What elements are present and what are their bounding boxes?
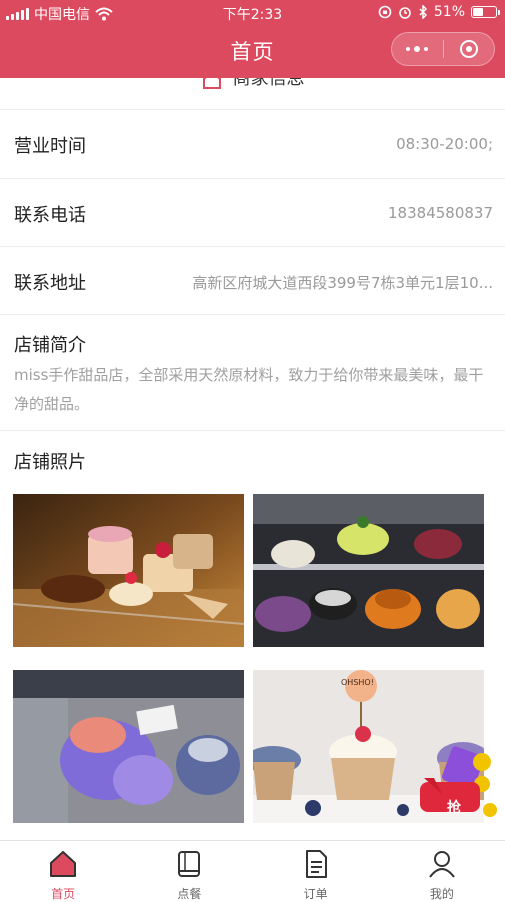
hours-value: 08:30-20:00; [396, 135, 493, 153]
book-icon [178, 851, 201, 877]
address-value[interactable]: 高新区府城大道西段399号7栋3单元1层10... [192, 272, 493, 293]
content-area[interactable]: 商家信息 营业时间 08:30-20:00; 联系电话 18384580837 … [0, 78, 505, 840]
alarm-icon [399, 7, 411, 19]
phone-label: 联系电话 [14, 205, 86, 226]
home-icon [50, 851, 77, 877]
cake-cabinet-photo[interactable] [253, 494, 484, 647]
status-right: 51% [378, 4, 500, 20]
section-header: 商家信息 [0, 78, 505, 110]
top-bar: 中国电信 下午2:33 51% 首页 [0, 0, 505, 78]
status-bar: 中国电信 下午2:33 51% [0, 0, 505, 26]
phone-value[interactable]: 18384580837 [388, 204, 493, 222]
grab-coupon-button[interactable]: 抢 [412, 744, 498, 824]
bluetooth-icon [419, 5, 427, 19]
more-menu-button[interactable] [392, 33, 443, 65]
battery-fill [473, 8, 483, 16]
intro-text: miss手作甜品店，全部采用天然原材料，致力于给你带来最美味，最干净的甜品。 [14, 366, 484, 413]
close-mini-program-button[interactable] [444, 33, 495, 65]
tab-mine-label: 我的 [429, 887, 454, 901]
phone-row[interactable]: 联系电话 18384580837 [0, 179, 505, 247]
tab-orders[interactable]: 订单 [253, 841, 379, 901]
tab-home-label: 首页 [51, 887, 76, 901]
gelato-case-photo[interactable] [13, 670, 244, 823]
hours-row: 营业时间 08:30-20:00; [0, 110, 505, 178]
intro-title: 店铺简介 [14, 335, 86, 356]
more-dot-icon [424, 47, 429, 51]
rotation-lock-icon [378, 5, 392, 19]
cupcake-topper-text: OHSHO! [341, 678, 374, 687]
tab-home[interactable]: 首页 [0, 841, 126, 901]
tab-mine[interactable]: 我的 [379, 841, 505, 901]
home-icon [202, 78, 221, 89]
cake-display-photo[interactable] [13, 494, 244, 647]
address-row[interactable]: 联系地址 高新区府城大道西段399号7栋3单元1层10... [0, 247, 505, 315]
photos-title: 店铺照片 [14, 452, 86, 473]
battery-percent: 51% [433, 4, 465, 20]
section-title: 商家信息 [232, 78, 305, 89]
tab-orders-label: 订单 [303, 887, 328, 901]
grab-label: 抢 [447, 800, 461, 816]
battery-icon [471, 6, 500, 18]
bottom-tab-bar: 首页 点餐 订单 我的 [0, 840, 505, 901]
more-dot-icon [406, 47, 411, 51]
divider [0, 314, 505, 315]
target-icon [459, 40, 478, 58]
mini-program-capsule [391, 32, 495, 66]
divider [0, 430, 505, 431]
address-label: 联系地址 [14, 273, 86, 294]
hours-label: 营业时间 [14, 136, 86, 157]
document-icon [305, 850, 327, 878]
more-dot-icon [414, 46, 421, 52]
person-icon [429, 851, 455, 878]
tab-order-food-label: 点餐 [177, 887, 202, 901]
tab-order-food[interactable]: 点餐 [126, 841, 252, 901]
